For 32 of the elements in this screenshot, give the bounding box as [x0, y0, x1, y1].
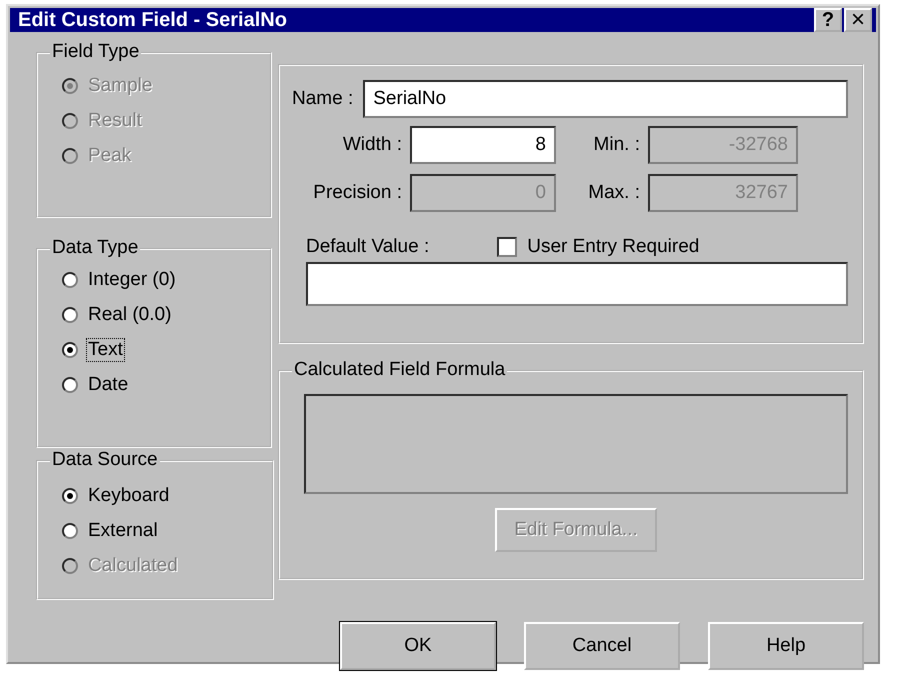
radio-button[interactable] — [62, 306, 78, 322]
radio-button[interactable] — [62, 522, 78, 538]
window-title: Edit Custom Field - SerialNo — [18, 8, 287, 32]
width-field[interactable]: 8 — [410, 126, 556, 164]
checkbox[interactable] — [497, 237, 518, 257]
field-label: Precision : — [312, 182, 403, 204]
radio-button[interactable] — [62, 376, 78, 392]
field-label: Default Value : — [306, 236, 430, 258]
radio-label[interactable]: External — [86, 518, 160, 542]
dialog-button[interactable]: OK — [340, 622, 496, 670]
field-label: Name : — [292, 88, 354, 110]
radio-label[interactable]: Date — [86, 372, 130, 396]
radio-label[interactable]: Real (0.0) — [86, 302, 174, 326]
formula-field[interactable] — [304, 394, 848, 494]
group-label: Data Type — [50, 237, 140, 259]
radio-label[interactable]: Text — [86, 338, 125, 362]
radio-button[interactable] — [62, 488, 78, 504]
field-label: Width : — [342, 134, 403, 156]
help-button[interactable]: ? — [814, 8, 842, 32]
radio-button[interactable] — [62, 342, 78, 358]
field-label: Min. : — [592, 134, 641, 156]
name-field[interactable]: SerialNo — [363, 80, 848, 118]
radio-button[interactable] — [62, 272, 78, 288]
field-label: Max. : — [587, 182, 641, 204]
default-value-field[interactable] — [306, 262, 848, 306]
dialog-button[interactable]: Cancel — [524, 622, 680, 670]
group-label: Field Type — [50, 41, 142, 63]
dialog-button[interactable]: Help — [708, 622, 864, 670]
radio-label[interactable]: Integer (0) — [86, 268, 178, 292]
checkbox-label[interactable]: User Entry Required — [527, 236, 700, 258]
radio-label[interactable]: Keyboard — [86, 484, 172, 508]
close-button[interactable]: × — [844, 8, 872, 32]
